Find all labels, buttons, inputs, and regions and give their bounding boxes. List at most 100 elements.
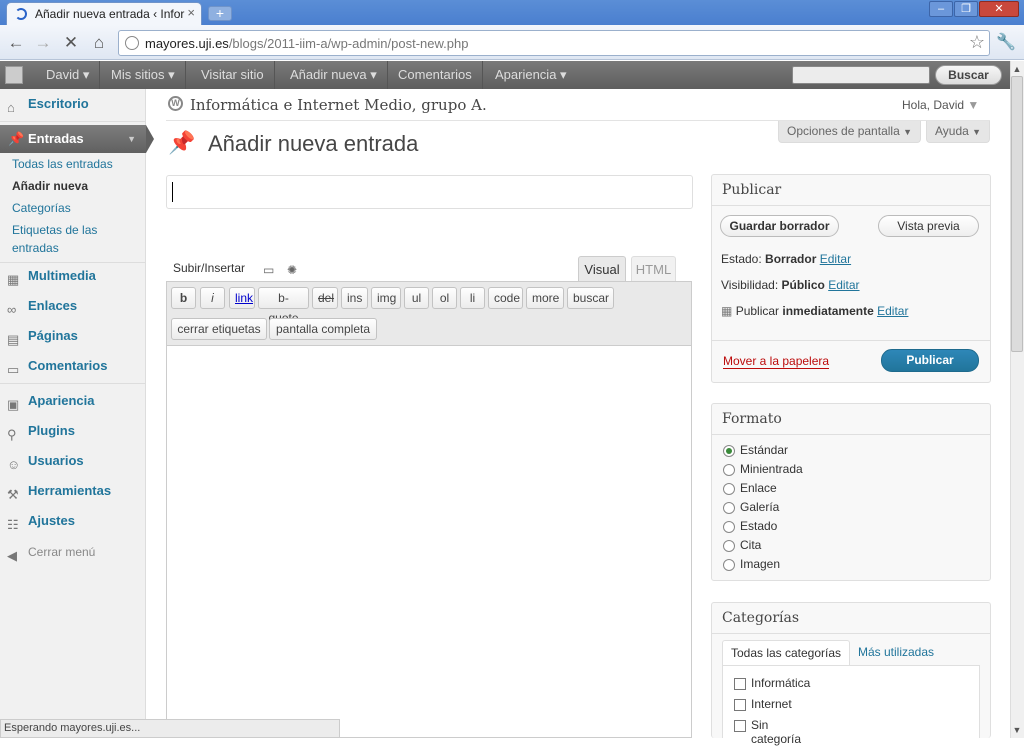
qt-fullscreen-button[interactable]: pantalla completa: [269, 318, 377, 340]
preview-button[interactable]: Vista previa: [878, 215, 979, 237]
qt-ol-button[interactable]: ol: [432, 287, 457, 309]
avatar[interactable]: [5, 66, 23, 84]
save-draft-button[interactable]: Guardar borrador: [720, 215, 839, 237]
tab-most-used[interactable]: Más utilizadas: [858, 645, 934, 659]
adminbar-visitar-sitio[interactable]: Visitar sitio: [191, 61, 275, 89]
qt-bold-button[interactable]: b: [171, 287, 196, 309]
submenu-etiquetas-cont[interactable]: entradas: [12, 241, 59, 255]
qt-close-tags-button[interactable]: cerrar etiquetas: [171, 318, 267, 340]
tab-title: Añadir nueva entrada ‹ Inform: [35, 7, 185, 21]
adminbar-search-button[interactable]: Buscar: [935, 65, 1002, 85]
radio-button[interactable]: [723, 445, 735, 457]
menu-enlaces[interactable]: ∞ Enlaces: [0, 295, 146, 317]
browser-tab[interactable]: Añadir nueva entrada ‹ Inform ×: [6, 2, 202, 25]
checkbox[interactable]: [734, 678, 746, 690]
collapse-arrow-icon[interactable]: ▼: [127, 125, 136, 153]
edit-time-link[interactable]: Editar: [877, 304, 908, 318]
address-bar[interactable]: mayores.uji.es/blogs/2011-iim-a/wp-admin…: [118, 30, 990, 56]
edit-visibility-link[interactable]: Editar: [828, 278, 859, 292]
radio-button[interactable]: [723, 540, 735, 552]
radio-button[interactable]: [723, 559, 735, 571]
menu-ajustes[interactable]: ☷ Ajustes: [0, 510, 146, 532]
menu-separator: [0, 383, 146, 384]
qt-code-button[interactable]: code: [488, 287, 523, 309]
tab-html[interactable]: HTML: [631, 256, 676, 282]
pushpin-icon: 📌: [168, 130, 196, 155]
url-text: mayores.uji.es/blogs/2011-iim-a/wp-admin…: [145, 36, 469, 51]
qt-ul-button[interactable]: ul: [404, 287, 429, 309]
post-title-input[interactable]: [166, 175, 693, 209]
qt-link-button[interactable]: link: [229, 287, 255, 309]
radio-button[interactable]: [723, 464, 735, 476]
back-icon[interactable]: ←: [5, 32, 27, 54]
close-tab-icon[interactable]: ×: [187, 5, 195, 20]
edit-status-link[interactable]: Editar: [820, 252, 851, 266]
adminbar-apariencia[interactable]: Apariencia ▾: [485, 61, 577, 89]
adminbar-anadir-nueva[interactable]: Añadir nueva ▾: [280, 61, 388, 89]
checkbox[interactable]: [734, 699, 746, 711]
close-window-button[interactable]: ✕: [979, 1, 1019, 17]
site-name[interactable]: Informática e Internet Medio, grupo A.: [190, 96, 487, 114]
radio-button[interactable]: [723, 502, 735, 514]
restore-button[interactable]: ❐: [954, 1, 978, 17]
post-content-editor[interactable]: [166, 345, 692, 738]
checkbox[interactable]: [734, 720, 746, 732]
move-to-trash-link[interactable]: Mover a la papelera: [723, 354, 830, 369]
menu-paginas[interactable]: ▤ Páginas: [0, 325, 146, 347]
forward-icon[interactable]: →: [32, 32, 54, 54]
stop-icon[interactable]: ✕: [60, 32, 82, 54]
new-tab-button[interactable]: +: [208, 6, 232, 21]
submenu-anadir-nueva[interactable]: Añadir nueva: [12, 179, 88, 193]
scroll-down-icon[interactable]: ▼: [1010, 723, 1024, 737]
tab-visual[interactable]: Visual: [578, 256, 626, 282]
qt-ins-button[interactable]: ins: [341, 287, 368, 309]
radio-button[interactable]: [723, 521, 735, 533]
scrollbar-thumb[interactable]: [1011, 76, 1023, 352]
menu-apariencia[interactable]: ▣ Apariencia: [0, 390, 146, 412]
box-divider: [712, 205, 990, 206]
qt-buscar-button[interactable]: buscar: [567, 287, 614, 309]
scroll-up-icon[interactable]: ▲: [1010, 62, 1024, 76]
menu-plugins[interactable]: ⚲ Plugins: [0, 420, 146, 442]
qt-italic-button[interactable]: i: [200, 287, 225, 309]
add-media-icon[interactable]: ▭: [263, 263, 274, 277]
media-icon: ▦: [7, 272, 20, 287]
submenu-etiquetas[interactable]: Etiquetas de las: [12, 223, 97, 237]
menu-separator: [0, 262, 146, 263]
menu-herramientas[interactable]: ⚒ Herramientas: [0, 480, 146, 502]
page-title: Añadir nueva entrada: [208, 131, 419, 156]
menu-escritorio[interactable]: ⌂ Escritorio: [0, 93, 146, 115]
calendar-icon: ▦: [721, 304, 733, 318]
minimize-button[interactable]: –: [929, 1, 953, 17]
qt-bquote-button[interactable]: b-quote: [258, 287, 309, 325]
menu-comentarios[interactable]: ▭ Comentarios: [0, 355, 146, 377]
publish-box-title: Publicar: [722, 182, 782, 198]
tab-all-categories[interactable]: Todas las categorías: [722, 640, 850, 666]
submenu-categorias[interactable]: Categorías: [12, 201, 71, 215]
box-divider: [712, 633, 990, 634]
adminbar-mis-sitios[interactable]: Mis sitios ▾: [101, 61, 186, 89]
adminbar-search-input[interactable]: [792, 66, 930, 84]
help-tab[interactable]: Ayuda ▼: [926, 121, 991, 143]
bookmark-star-icon[interactable]: ☆: [969, 32, 985, 53]
radio-button[interactable]: [723, 483, 735, 495]
menu-entradas[interactable]: 📌 Entradas ▼: [0, 125, 146, 153]
publish-button[interactable]: Publicar: [881, 349, 979, 372]
qt-more-button[interactable]: more: [526, 287, 564, 309]
submenu-todas-entradas[interactable]: Todas las entradas: [12, 157, 113, 171]
menu-multimedia[interactable]: ▦ Multimedia: [0, 265, 146, 287]
user-greeting[interactable]: Hola, David ▼: [902, 98, 979, 112]
screen-options-tab[interactable]: Opciones de pantalla ▼: [778, 121, 922, 143]
loading-spinner-icon: [15, 8, 27, 20]
menu-usuarios[interactable]: ☺ Usuarios: [0, 450, 146, 472]
adminbar-comentarios[interactable]: Comentarios: [388, 61, 483, 89]
home-icon[interactable]: ⌂: [88, 32, 110, 54]
qt-li-button[interactable]: li: [460, 287, 485, 309]
qt-del-button[interactable]: del: [312, 287, 338, 309]
qt-img-button[interactable]: img: [371, 287, 401, 309]
menu-cerrar[interactable]: ◀ Cerrar menú: [0, 541, 146, 563]
adminbar-user[interactable]: David ▾: [36, 61, 101, 89]
wrench-icon[interactable]: 🔧: [996, 32, 1016, 52]
add-media-settings-icon[interactable]: ✺: [287, 263, 297, 277]
users-icon: ☺: [7, 457, 21, 472]
